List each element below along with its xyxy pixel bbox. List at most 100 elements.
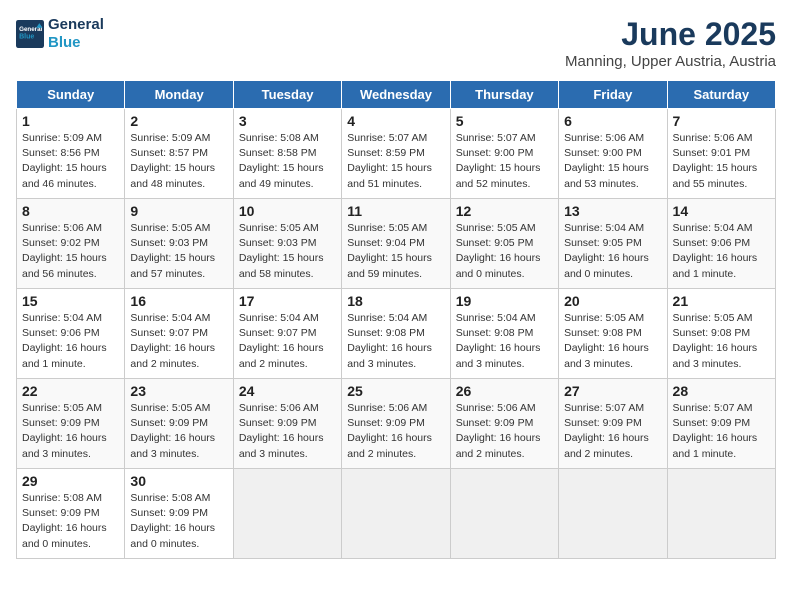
day-number: 23 — [130, 383, 227, 399]
day-info: Sunrise: 5:05 AM Sunset: 9:05 PM Dayligh… — [456, 221, 553, 282]
day-info: Sunrise: 5:07 AM Sunset: 9:09 PM Dayligh… — [673, 401, 770, 462]
day-number: 11 — [347, 203, 444, 219]
weekday-header-thursday: Thursday — [450, 81, 558, 109]
calendar-cell — [450, 469, 558, 559]
day-number: 14 — [673, 203, 770, 219]
calendar-cell: 4 Sunrise: 5:07 AM Sunset: 8:59 PM Daylig… — [342, 109, 450, 199]
calendar-cell: 27 Sunrise: 5:07 AM Sunset: 9:09 PM Dayli… — [559, 379, 667, 469]
day-info: Sunrise: 5:04 AM Sunset: 9:08 PM Dayligh… — [456, 311, 553, 372]
day-info: Sunrise: 5:06 AM Sunset: 9:00 PM Dayligh… — [564, 131, 661, 192]
calendar-cell: 21 Sunrise: 5:05 AM Sunset: 9:08 PM Dayli… — [667, 289, 775, 379]
week-row-3: 15 Sunrise: 5:04 AM Sunset: 9:06 PM Dayli… — [17, 289, 776, 379]
calendar-cell: 1Sunrise: 5:09 AM Sunset: 8:56 PM Daylig… — [17, 109, 125, 199]
calendar-subtitle: Manning, Upper Austria, Austria — [565, 53, 776, 70]
day-number: 15 — [22, 293, 119, 309]
logo-text-line1: General — [48, 16, 104, 34]
calendar-cell: 19 Sunrise: 5:04 AM Sunset: 9:08 PM Dayli… — [450, 289, 558, 379]
calendar-cell: 26 Sunrise: 5:06 AM Sunset: 9:09 PM Dayli… — [450, 379, 558, 469]
day-number: 8 — [22, 203, 119, 219]
calendar-cell: 22 Sunrise: 5:05 AM Sunset: 9:09 PM Dayli… — [17, 379, 125, 469]
day-info: Sunrise: 5:04 AM Sunset: 9:07 PM Dayligh… — [130, 311, 227, 372]
day-number: 28 — [673, 383, 770, 399]
day-info: Sunrise: 5:04 AM Sunset: 9:06 PM Dayligh… — [673, 221, 770, 282]
calendar-cell: 7Sunrise: 5:06 AM Sunset: 9:01 PM Daylig… — [667, 109, 775, 199]
day-info: Sunrise: 5:04 AM Sunset: 9:05 PM Dayligh… — [564, 221, 661, 282]
day-info: Sunrise: 5:04 AM Sunset: 9:06 PM Dayligh… — [22, 311, 119, 372]
calendar-cell: 18Sunrise: 5:04 AM Sunset: 9:08 PM Dayli… — [342, 289, 450, 379]
calendar-cell: 24 Sunrise: 5:06 AM Sunset: 9:09 PM Dayli… — [233, 379, 341, 469]
calendar-cell: 8Sunrise: 5:06 AM Sunset: 9:02 PM Daylig… — [17, 199, 125, 289]
day-number: 5 — [456, 113, 553, 129]
logo-text-line2: Blue — [48, 34, 104, 52]
week-row-4: 22 Sunrise: 5:05 AM Sunset: 9:09 PM Dayli… — [17, 379, 776, 469]
calendar-cell: 3Sunrise: 5:08 AM Sunset: 8:58 PM Daylig… — [233, 109, 341, 199]
calendar-cell — [559, 469, 667, 559]
day-info: Sunrise: 5:04 AM Sunset: 9:08 PM Dayligh… — [347, 311, 444, 372]
day-info: Sunrise: 5:08 AM Sunset: 9:09 PM Dayligh… — [130, 491, 227, 552]
week-row-1: 1Sunrise: 5:09 AM Sunset: 8:56 PM Daylig… — [17, 109, 776, 199]
calendar-cell — [667, 469, 775, 559]
calendar-cell: 10 Sunrise: 5:05 AM Sunset: 9:03 PM Dayli… — [233, 199, 341, 289]
day-number: 13 — [564, 203, 661, 219]
weekday-header-wednesday: Wednesday — [342, 81, 450, 109]
day-number: 26 — [456, 383, 553, 399]
day-number: 6 — [564, 113, 661, 129]
weekday-header-row: SundayMondayTuesdayWednesdayThursdayFrid… — [17, 81, 776, 109]
day-info: Sunrise: 5:05 AM Sunset: 9:03 PM Dayligh… — [239, 221, 336, 282]
calendar-cell: 30 Sunrise: 5:08 AM Sunset: 9:09 PM Dayli… — [125, 469, 233, 559]
calendar-title: June 2025 — [565, 16, 776, 53]
calendar-cell: 6 Sunrise: 5:06 AM Sunset: 9:00 PM Daylig… — [559, 109, 667, 199]
calendar-cell: 16 Sunrise: 5:04 AM Sunset: 9:07 PM Dayli… — [125, 289, 233, 379]
day-number: 30 — [130, 473, 227, 489]
weekday-header-saturday: Saturday — [667, 81, 775, 109]
calendar-cell — [342, 469, 450, 559]
calendar-table: SundayMondayTuesdayWednesdayThursdayFrid… — [16, 80, 776, 559]
day-info: Sunrise: 5:06 AM Sunset: 9:01 PM Dayligh… — [673, 131, 770, 192]
day-number: 25 — [347, 383, 444, 399]
week-row-2: 8Sunrise: 5:06 AM Sunset: 9:02 PM Daylig… — [17, 199, 776, 289]
calendar-cell: 29Sunrise: 5:08 AM Sunset: 9:09 PM Dayli… — [17, 469, 125, 559]
day-info: Sunrise: 5:05 AM Sunset: 9:09 PM Dayligh… — [130, 401, 227, 462]
day-number: 27 — [564, 383, 661, 399]
day-info: Sunrise: 5:05 AM Sunset: 9:08 PM Dayligh… — [673, 311, 770, 372]
day-number: 19 — [456, 293, 553, 309]
day-info: Sunrise: 5:07 AM Sunset: 9:09 PM Dayligh… — [564, 401, 661, 462]
day-info: Sunrise: 5:07 AM Sunset: 9:00 PM Dayligh… — [456, 131, 553, 192]
logo: General Blue General Blue — [16, 16, 104, 52]
weekday-header-tuesday: Tuesday — [233, 81, 341, 109]
day-info: Sunrise: 5:07 AM Sunset: 8:59 PM Dayligh… — [347, 131, 444, 192]
calendar-cell: 11 Sunrise: 5:05 AM Sunset: 9:04 PM Dayli… — [342, 199, 450, 289]
day-number: 21 — [673, 293, 770, 309]
calendar-cell: 28 Sunrise: 5:07 AM Sunset: 9:09 PM Dayli… — [667, 379, 775, 469]
day-info: Sunrise: 5:05 AM Sunset: 9:09 PM Dayligh… — [22, 401, 119, 462]
day-info: Sunrise: 5:06 AM Sunset: 9:09 PM Dayligh… — [347, 401, 444, 462]
calendar-cell: 2Sunrise: 5:09 AM Sunset: 8:57 PM Daylig… — [125, 109, 233, 199]
day-info: Sunrise: 5:05 AM Sunset: 9:04 PM Dayligh… — [347, 221, 444, 282]
day-info: Sunrise: 5:06 AM Sunset: 9:09 PM Dayligh… — [456, 401, 553, 462]
day-number: 24 — [239, 383, 336, 399]
day-number: 17 — [239, 293, 336, 309]
day-number: 2 — [130, 113, 227, 129]
day-info: Sunrise: 5:06 AM Sunset: 9:09 PM Dayligh… — [239, 401, 336, 462]
calendar-cell: 23 Sunrise: 5:05 AM Sunset: 9:09 PM Dayli… — [125, 379, 233, 469]
calendar-cell — [233, 469, 341, 559]
week-row-5: 29Sunrise: 5:08 AM Sunset: 9:09 PM Dayli… — [17, 469, 776, 559]
calendar-cell: 20 Sunrise: 5:05 AM Sunset: 9:08 PM Dayli… — [559, 289, 667, 379]
weekday-header-friday: Friday — [559, 81, 667, 109]
day-info: Sunrise: 5:05 AM Sunset: 9:08 PM Dayligh… — [564, 311, 661, 372]
calendar-cell: 25 Sunrise: 5:06 AM Sunset: 9:09 PM Dayli… — [342, 379, 450, 469]
svg-text:Blue: Blue — [19, 34, 34, 41]
day-number: 22 — [22, 383, 119, 399]
day-number: 16 — [130, 293, 227, 309]
day-info: Sunrise: 5:04 AM Sunset: 9:07 PM Dayligh… — [239, 311, 336, 372]
day-info: Sunrise: 5:08 AM Sunset: 9:09 PM Dayligh… — [22, 491, 119, 552]
page-header: General Blue General Blue June 2025 Mann… — [16, 16, 776, 70]
day-number: 1 — [22, 113, 119, 129]
day-number: 10 — [239, 203, 336, 219]
day-number: 20 — [564, 293, 661, 309]
calendar-cell: 14 Sunrise: 5:04 AM Sunset: 9:06 PM Dayli… — [667, 199, 775, 289]
calendar-cell: 15 Sunrise: 5:04 AM Sunset: 9:06 PM Dayli… — [17, 289, 125, 379]
day-number: 9 — [130, 203, 227, 219]
day-number: 4 — [347, 113, 444, 129]
day-info: Sunrise: 5:05 AM Sunset: 9:03 PM Dayligh… — [130, 221, 227, 282]
